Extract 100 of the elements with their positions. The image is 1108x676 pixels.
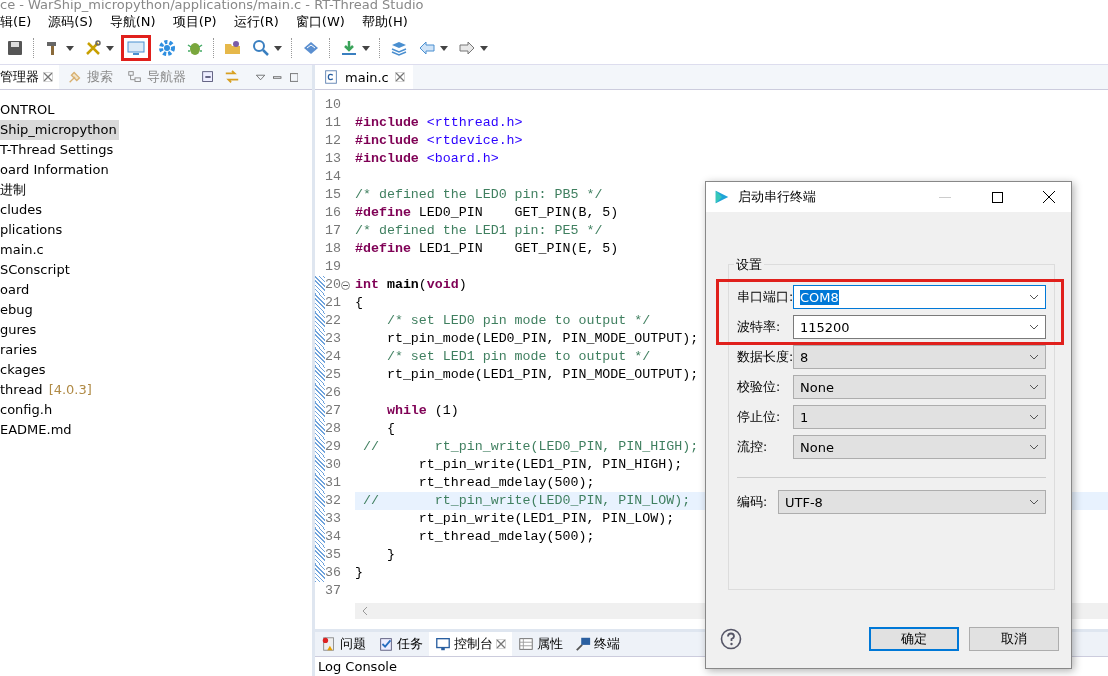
code-line: // rt_pin_write(LED0_PIN, PIN_LOW); <box>361 492 691 510</box>
download-icon <box>340 39 358 57</box>
field-label: 编码: <box>737 493 769 511</box>
scroll-left-icon[interactable] <box>361 606 369 616</box>
tree-item[interactable]: ebug <box>0 300 35 320</box>
chevron-icon <box>1029 414 1039 420</box>
tree-item[interactable]: SConscript <box>0 260 72 280</box>
minimize-icon[interactable] <box>273 75 282 79</box>
tree-icon <box>127 69 143 85</box>
back-arrow-icon <box>418 39 436 57</box>
dialog-button[interactable]: 确定 <box>869 627 959 651</box>
code-line: /* defined the LED1 pin: PE5 */ <box>355 222 603 240</box>
dropdown-field[interactable]: 1 <box>793 405 1046 429</box>
warning-icon <box>321 636 337 652</box>
maximize-icon <box>991 191 1003 203</box>
tree-item[interactable]: oard <box>0 280 32 300</box>
line-number: 15 <box>325 186 341 204</box>
tree-item[interactable]: Ship_micropython <box>0 120 119 140</box>
caret-icon <box>106 45 114 51</box>
dropdown-field[interactable]: 8 <box>793 345 1046 369</box>
close-icon[interactable] <box>496 639 506 649</box>
line-number: 13 <box>325 150 341 168</box>
line-number: 19 <box>325 258 341 276</box>
tree-item[interactable]: ckages <box>0 360 48 380</box>
tree-item[interactable]: gures <box>0 320 39 340</box>
code-line: } <box>355 564 363 582</box>
line-number: 14 <box>325 168 341 186</box>
line-number: 21 <box>325 294 341 312</box>
tree-item[interactable]: T-Thread Settings <box>0 140 116 160</box>
menu-item[interactable]: 源码(S) <box>48 13 102 31</box>
line-number: 24 <box>325 348 341 366</box>
menu-item[interactable]: 窗口(W) <box>295 13 354 31</box>
dropdown-field[interactable]: UTF-8 <box>778 490 1046 514</box>
line-number: 35 <box>325 546 341 564</box>
line-number: 22 <box>325 312 341 330</box>
code-line: #define LED0_PIN GET_PIN(B, 5) <box>355 204 619 222</box>
dialog-button[interactable]: 取消 <box>969 627 1059 651</box>
dropdown-field[interactable]: None <box>793 435 1046 459</box>
tree-item[interactable]: cludes <box>0 200 45 220</box>
field-label: 校验位: <box>737 378 782 396</box>
menu-item[interactable]: 导航(N) <box>109 13 165 31</box>
caret-icon <box>440 45 448 51</box>
line-number: 10 <box>325 96 341 114</box>
terminal-icon <box>575 636 591 652</box>
code-line: rt_pin_mode(LED0_PIN, PIN_MODE_OUTPUT); <box>385 330 699 348</box>
view-tab[interactable]: 管理器 <box>0 65 59 89</box>
line-number: 16 <box>325 204 341 222</box>
menu-item[interactable]: 辑(E) <box>0 13 41 31</box>
maximize-icon[interactable] <box>289 71 298 83</box>
view-tab[interactable]: 属性 <box>512 632 569 656</box>
help-icon[interactable] <box>720 628 742 650</box>
code-line: { <box>355 294 363 312</box>
close-icon[interactable] <box>43 72 53 82</box>
code-line: rt_thread_mdelay(500); <box>417 528 595 546</box>
fold-icon[interactable] <box>340 280 350 290</box>
menu-item[interactable]: 项目(P) <box>172 13 226 31</box>
line-number: 25 <box>325 366 341 384</box>
tree-item[interactable]: raries <box>0 340 40 360</box>
code-line: // rt_pin_write(LED0_PIN, PIN_HIGH); <box>361 438 699 456</box>
view-tab[interactable]: 问题 <box>315 632 372 656</box>
close-icon[interactable] <box>394 72 405 82</box>
line-number: 23 <box>325 330 341 348</box>
tree-item[interactable]: plications <box>0 220 65 240</box>
view-tab[interactable]: 控制台 <box>429 632 512 656</box>
tree-item[interactable]: ONTROL <box>0 100 57 120</box>
tree-item[interactable]: thread <box>0 380 45 400</box>
field-label: 数据长度: <box>737 348 793 366</box>
dropdown-field[interactable]: COM8 <box>793 285 1046 309</box>
editor-tab[interactable]: main.c <box>315 65 413 89</box>
view-tab[interactable]: 任务 <box>372 632 429 656</box>
tree-item[interactable]: main.c <box>0 240 46 260</box>
field-label: 流控: <box>737 438 769 456</box>
menu-item[interactable]: 运行(R) <box>233 13 288 31</box>
code-line: { <box>385 420 395 438</box>
window-title: ce - WarShip_micropython/applications/main.c - RT-Thread Studio <box>0 0 425 12</box>
chevron-icon <box>1029 324 1039 330</box>
code-line: } <box>385 546 395 564</box>
line-number: 37 <box>325 582 341 600</box>
chevron-icon <box>1029 499 1039 505</box>
code-line: int main(void) <box>355 276 467 294</box>
line-number: 11 <box>325 114 341 132</box>
tree-item[interactable]: EADME.md <box>0 420 74 440</box>
code-line: #include <rtthread.h> <box>355 114 523 132</box>
caret-icon <box>274 45 282 51</box>
code-line: rt_pin_write(LED1_PIN, PIN_HIGH); <box>417 456 683 474</box>
tree-item[interactable]: config.h <box>0 400 55 420</box>
layers-icon <box>390 39 408 57</box>
dropdown-field[interactable]: None <box>793 375 1046 399</box>
tree-item[interactable]: oard Information <box>0 160 111 180</box>
menu-item[interactable]: 帮助(H) <box>361 13 417 31</box>
tree-item[interactable]: 进制 <box>0 180 28 200</box>
version-label: [4.0.3] <box>48 381 92 399</box>
field-label: 波特率: <box>737 318 782 336</box>
chevron-icon <box>1029 294 1039 300</box>
view-menu-icon[interactable] <box>256 73 266 81</box>
pin-icon <box>67 69 83 85</box>
dialog-title: 启动串行终端 <box>738 188 817 206</box>
view-tab[interactable]: 终端 <box>569 632 626 656</box>
toolbar-button[interactable] <box>121 35 151 61</box>
dropdown-field[interactable]: 115200 <box>793 315 1046 339</box>
